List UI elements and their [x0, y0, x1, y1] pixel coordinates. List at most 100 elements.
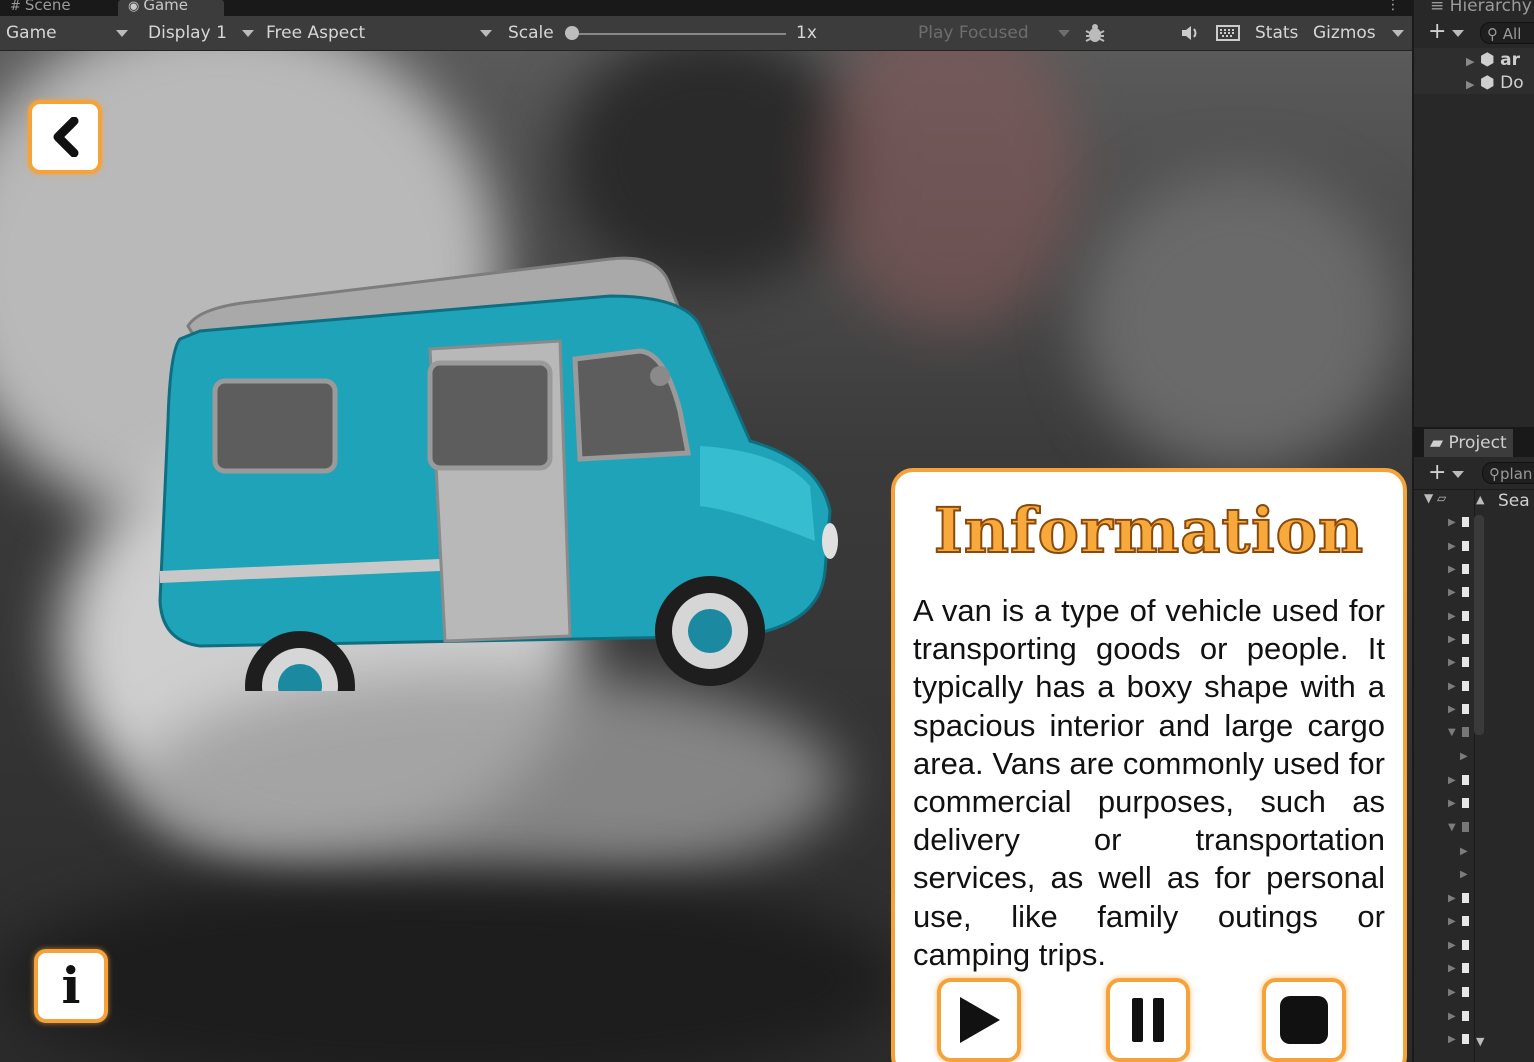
- stats-button[interactable]: Stats: [1255, 16, 1298, 50]
- tab-game-label: Game: [143, 0, 188, 14]
- camera-shelf: [1080, 171, 1400, 471]
- project-title: Project: [1448, 433, 1507, 453]
- folder-icon: [1462, 940, 1469, 950]
- tree-expand-icon[interactable]: ▶: [1448, 704, 1456, 715]
- project-scrollbar[interactable]: [1474, 515, 1484, 735]
- tree-expand-icon[interactable]: ▶: [1460, 869, 1468, 880]
- folder-icon: [1462, 517, 1469, 527]
- tab-scene[interactable]: # Scene: [10, 0, 110, 16]
- folder-icon: [1462, 963, 1469, 973]
- display-label: Display 1: [148, 23, 227, 43]
- tree-expand-icon[interactable]: ▶: [1448, 1011, 1456, 1022]
- bug-icon[interactable]: [1084, 16, 1106, 50]
- gizmos-button[interactable]: Gizmos: [1313, 16, 1376, 50]
- game-view-caret-icon[interactable]: [116, 16, 128, 50]
- tree-expand-icon[interactable]: ▶: [1448, 634, 1456, 645]
- play-focused-dropdown[interactable]: Play Focused: [918, 16, 1029, 50]
- van-3d-model[interactable]: [140, 241, 840, 691]
- folder-icon: [1462, 634, 1469, 644]
- hierarchy-tab[interactable]: ≡ Hierarchy: [1430, 0, 1532, 20]
- project-create-button[interactable]: +: [1428, 459, 1464, 487]
- tree-expand-icon[interactable]: ▶: [1448, 987, 1456, 998]
- search-icon: ⚲: [1489, 465, 1500, 483]
- tree-expand-icon[interactable]: ▶: [1448, 775, 1456, 786]
- play-button[interactable]: [937, 978, 1021, 1062]
- project-tab[interactable]: ▰ Project: [1424, 429, 1513, 457]
- pause-icon: [1132, 998, 1164, 1042]
- hierarchy-search-input[interactable]: ⚲ All: [1480, 22, 1534, 44]
- game-view[interactable]: i Information A van is a type of vehicle…: [0, 51, 1412, 1062]
- keyboard-icon[interactable]: [1216, 16, 1240, 50]
- project-search-text: plan: [1500, 465, 1533, 483]
- pause-button[interactable]: [1106, 978, 1190, 1062]
- scale-value: 1x: [796, 23, 817, 43]
- tree-collapse-icon[interactable]: ▼: [1448, 727, 1456, 738]
- display-dropdown[interactable]: Display 1: [148, 16, 227, 50]
- game-view-dropdown[interactable]: Game: [6, 16, 57, 50]
- folder-icon: [1462, 611, 1469, 621]
- tree-expand-icon[interactable]: ▶: [1448, 963, 1456, 974]
- hierarchy-search-text: All: [1502, 25, 1522, 43]
- info-button[interactable]: i: [34, 949, 108, 1023]
- scroll-down-icon[interactable]: ▼: [1476, 1035, 1484, 1048]
- tab-game[interactable]: ◉ Game: [118, 0, 224, 16]
- tree-expand-icon[interactable]: ▶: [1448, 798, 1456, 809]
- scale-slider-handle[interactable]: [565, 26, 579, 40]
- folder-icon: [1462, 987, 1469, 997]
- more-options-icon[interactable]: ⋮: [1386, 0, 1400, 12]
- hierarchy-item-ar[interactable]: ▶ ⬢ ar: [1466, 50, 1520, 70]
- camera-fabric: [820, 51, 1080, 331]
- tree-expand-icon[interactable]: ▶: [1448, 657, 1456, 668]
- gameobject-icon: ⬢: [1479, 50, 1495, 70]
- project-tree-root[interactable]: ▼ ▱: [1424, 491, 1446, 505]
- audio-mute-icon[interactable]: [1180, 16, 1200, 50]
- folder-icon: [1462, 1011, 1469, 1021]
- plus-icon: +: [1428, 19, 1447, 44]
- hierarchy-create-button[interactable]: +: [1428, 18, 1464, 46]
- tree-expand-icon[interactable]: ▶: [1448, 1034, 1456, 1045]
- scale-slider-track[interactable]: [572, 33, 786, 35]
- scroll-up-icon[interactable]: ▲: [1476, 493, 1484, 506]
- aspect-dropdown[interactable]: Free Aspect: [266, 16, 365, 50]
- plus-icon: +: [1428, 460, 1447, 485]
- tree-expand-icon[interactable]: ▶: [1448, 681, 1456, 692]
- tree-expand-icon[interactable]: ▶: [1448, 916, 1456, 927]
- play-focused-label: Play Focused: [918, 23, 1029, 43]
- display-caret-icon[interactable]: [242, 16, 254, 50]
- tree-expand-icon[interactable]: ▶: [1448, 541, 1456, 552]
- folder-icon: [1462, 681, 1469, 691]
- aspect-label: Free Aspect: [266, 23, 366, 43]
- folder-icon: [1462, 587, 1469, 597]
- camera-table: [0, 871, 900, 1062]
- tree-expand-icon[interactable]: ▶: [1448, 893, 1456, 904]
- tree-expand-icon[interactable]: ▶: [1448, 611, 1456, 622]
- hierarchy-title: Hierarchy: [1449, 0, 1532, 16]
- tree-expand-icon[interactable]: ▶: [1448, 940, 1456, 951]
- gamepad-icon: ◉: [128, 0, 140, 14]
- gizmos-caret-icon[interactable]: [1392, 16, 1404, 50]
- hierarchy-item-do[interactable]: ▶ ⬢ Do: [1466, 73, 1524, 93]
- play-focused-caret-icon[interactable]: [1058, 16, 1070, 50]
- folder-icon: ▰: [1430, 433, 1444, 453]
- hierarchy-item-label: Do: [1500, 73, 1524, 93]
- back-button[interactable]: [28, 100, 102, 174]
- list-icon: ≡: [1430, 0, 1445, 16]
- game-toolbar: Game Display 1 Free Aspect Scale 1x Play…: [0, 16, 1412, 51]
- editor-tab-strip: # Scene ◉ Game ⋮: [0, 0, 1412, 16]
- folder-icon: [1462, 893, 1469, 903]
- tree-expand-icon[interactable]: ▶: [1448, 517, 1456, 528]
- tree-expand-icon[interactable]: ▶: [1460, 846, 1468, 857]
- folder-icon: [1462, 541, 1469, 551]
- play-icon: [960, 997, 1000, 1043]
- project-folder-tree: ▶ ▶ ▶ ▶ ▶ ▶ ▶ ▶ ▶ ▼ ▶ ▶ ▶ ▼ ▶ ▶ ▶ ▶ ▶ ▶ …: [1414, 515, 1474, 1055]
- tree-expand-icon[interactable]: ▶: [1448, 564, 1456, 575]
- aspect-caret-icon[interactable]: [480, 16, 492, 50]
- tree-collapse-icon[interactable]: ▼: [1448, 822, 1456, 833]
- tree-expand-icon[interactable]: ▶: [1448, 587, 1456, 598]
- stop-button[interactable]: [1262, 978, 1346, 1062]
- project-search-input[interactable]: ⚲plan: [1482, 462, 1534, 484]
- project-search-header: Sea: [1498, 491, 1530, 511]
- tree-expand-icon[interactable]: ▶: [1460, 751, 1468, 762]
- hierarchy-item-label: ar: [1500, 50, 1520, 70]
- project-panel: ▰ Project + ⚲plan ▼ ▱ ▲ Sea ▶ ▶ ▶ ▶ ▶ ▶ …: [1412, 427, 1534, 1062]
